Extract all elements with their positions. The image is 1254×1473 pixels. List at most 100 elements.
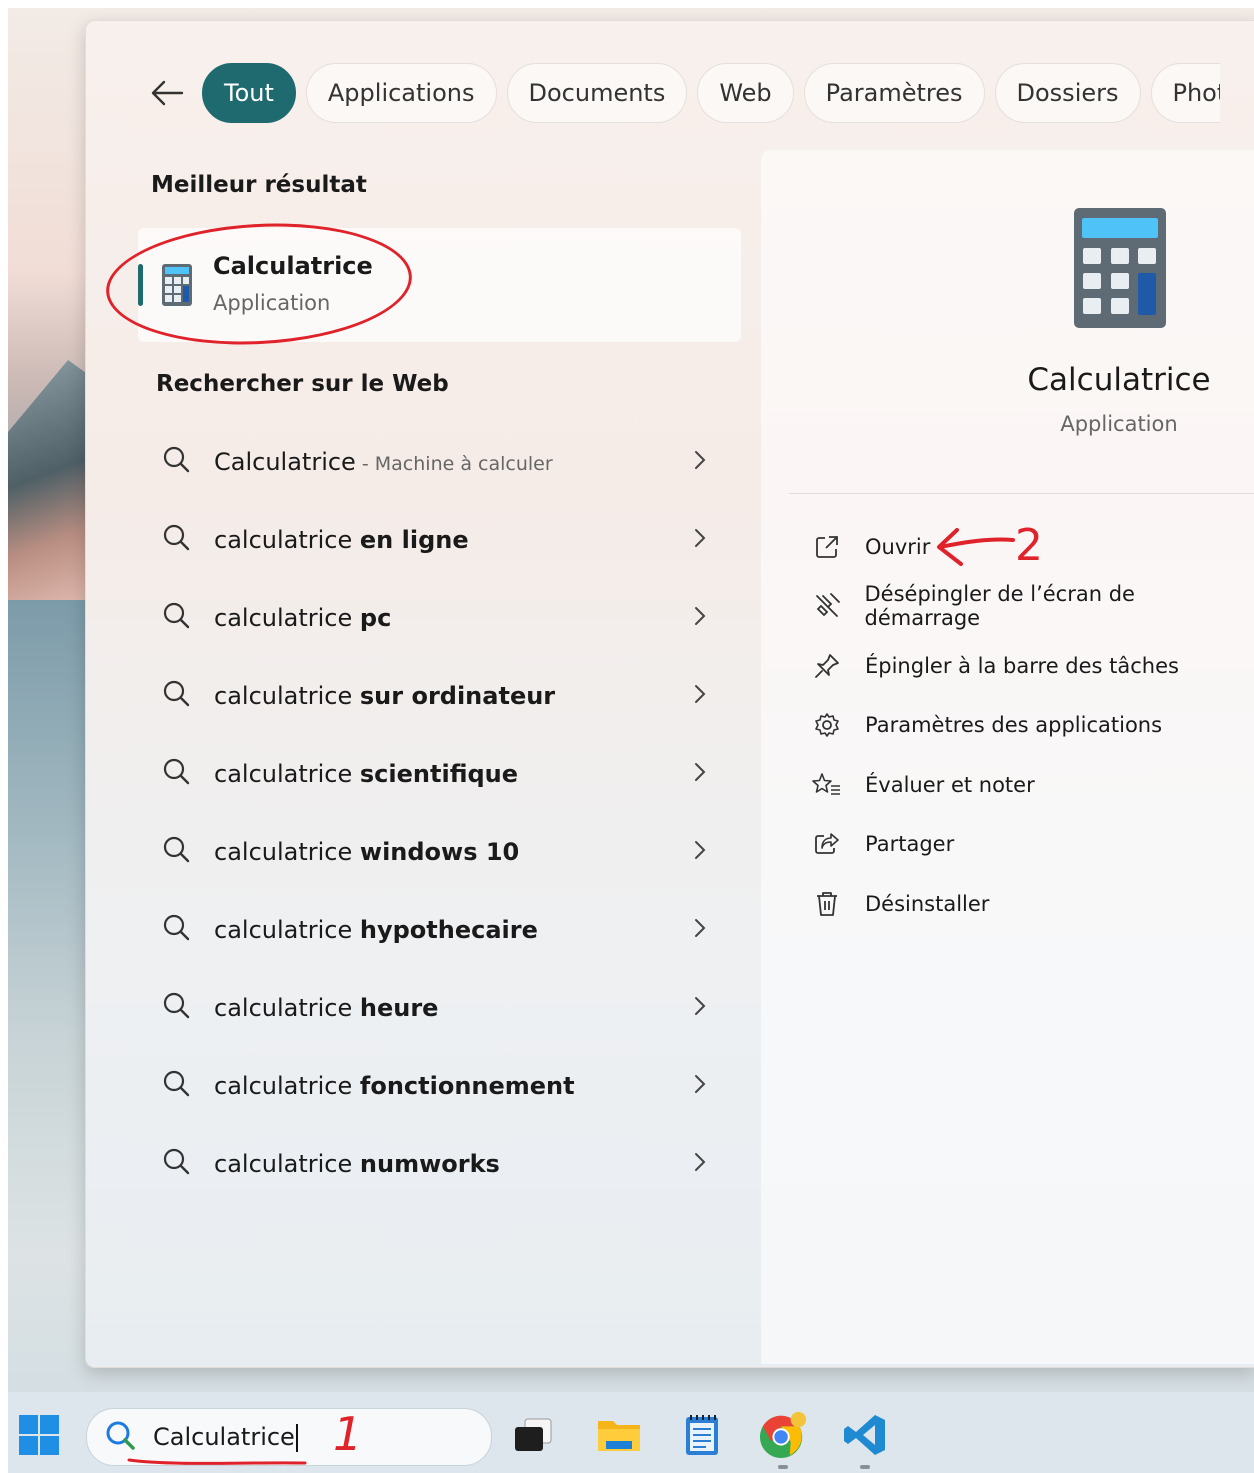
filter-photos[interactable]: Photc xyxy=(1150,63,1220,123)
web-search-text: calculatrice numworks xyxy=(214,1150,500,1178)
filter-web[interactable]: Web xyxy=(697,63,794,123)
chevron-right-icon xyxy=(694,448,706,476)
taskbar-vscode[interactable] xyxy=(840,1410,890,1460)
web-search-text: calculatrice heure xyxy=(214,994,439,1022)
action-rate[interactable]: Évaluer et noter xyxy=(811,763,1251,807)
action-share-label: Partager xyxy=(865,832,955,856)
web-search-text: Calculatrice - Machine à calculer xyxy=(214,448,553,476)
file-explorer-icon xyxy=(598,1421,640,1451)
chevron-right-icon xyxy=(694,1150,706,1178)
arrow-left-icon xyxy=(151,80,184,106)
unpin-icon xyxy=(811,590,843,622)
calculator-large-icon xyxy=(1074,208,1166,328)
search-icon xyxy=(162,1069,194,1103)
annotation-two-text: 2 xyxy=(1015,520,1043,571)
gear-icon xyxy=(811,709,843,741)
taskbar-file-explorer[interactable] xyxy=(594,1410,644,1460)
search-icon xyxy=(162,757,194,791)
running-indicator-vscode xyxy=(860,1465,870,1469)
search-icon xyxy=(162,601,194,635)
web-search-row[interactable]: calculatrice pc xyxy=(150,588,720,648)
action-pin-taskbar[interactable]: Épingler à la barre des tâches xyxy=(811,644,1251,688)
filter-tout[interactable]: Tout xyxy=(202,63,296,123)
best-result-heading: Meilleur résultat xyxy=(151,172,367,198)
web-search-row[interactable]: calculatrice heure xyxy=(150,978,720,1038)
action-share[interactable]: Partager xyxy=(811,822,1251,866)
web-search-row[interactable]: calculatrice sur ordinateur xyxy=(150,666,720,726)
web-search-heading: Rechercher sur le Web xyxy=(156,371,449,397)
action-settings-label: Paramètres des applications xyxy=(865,713,1163,737)
detail-app-name: Calculatrice xyxy=(1027,362,1211,398)
calculator-app-icon xyxy=(162,264,192,306)
annotation-one: 1 xyxy=(127,1407,362,1465)
detail-divider xyxy=(789,493,1254,494)
selection-indicator xyxy=(138,264,143,306)
web-search-row[interactable]: calculatrice fonctionnement xyxy=(150,1056,720,1116)
web-search-row[interactable]: calculatrice numworks xyxy=(150,1134,720,1194)
detail-app-type: Application xyxy=(1060,412,1178,436)
best-result-name: Calculatrice xyxy=(213,252,373,280)
web-search-text: calculatrice scientifique xyxy=(214,760,519,788)
trash-icon xyxy=(811,888,843,920)
search-icon xyxy=(162,991,194,1025)
running-indicator-chrome xyxy=(778,1465,788,1469)
annotation-arrow-two: 2 xyxy=(937,520,1043,571)
open-external-icon xyxy=(811,531,843,563)
action-rate-label: Évaluer et noter xyxy=(865,773,1035,797)
action-unpin-label: Désépingler de l’écran de démarrage xyxy=(864,582,1135,630)
web-search-text: calculatrice sur ordinateur xyxy=(214,682,556,710)
taskbar-task-view[interactable] xyxy=(508,1410,558,1460)
web-search-row[interactable]: calculatrice en ligne xyxy=(150,510,720,570)
chrome-icon xyxy=(759,1411,807,1459)
best-result-item[interactable]: Calculatrice Application xyxy=(138,228,741,342)
chevron-right-icon xyxy=(694,838,706,866)
star-rate-icon xyxy=(811,769,843,801)
windows-start-icon xyxy=(19,1415,59,1455)
search-icon xyxy=(162,835,194,869)
detail-pane: Calculatrice Application Ouvrir Déséping… xyxy=(761,150,1254,1364)
web-search-text: calculatrice pc xyxy=(214,604,392,632)
taskbar-chrome[interactable] xyxy=(758,1410,808,1460)
action-uninstall[interactable]: Désinstaller xyxy=(811,882,1251,926)
web-search-text: calculatrice windows 10 xyxy=(214,838,520,866)
filter-parametres[interactable]: Paramètres xyxy=(803,63,985,123)
filter-documents[interactable]: Documents xyxy=(506,63,688,123)
web-search-row[interactable]: calculatrice windows 10 xyxy=(150,822,720,882)
chevron-right-icon xyxy=(694,916,706,944)
web-search-text: calculatrice fonctionnement xyxy=(214,1072,575,1100)
best-result-type: Application xyxy=(213,291,331,315)
search-icon xyxy=(162,1147,194,1181)
search-icon xyxy=(162,445,194,479)
action-unpin-start[interactable]: Désépingler de l’écran de démarrage xyxy=(811,582,1251,630)
task-view-icon xyxy=(515,1418,552,1451)
chevron-right-icon xyxy=(694,994,706,1022)
action-open-label: Ouvrir xyxy=(865,535,931,559)
action-pin-label: Épingler à la barre des tâches xyxy=(865,654,1179,678)
chevron-right-icon xyxy=(694,526,706,554)
search-icon xyxy=(162,679,194,713)
action-uninstall-label: Désinstaller xyxy=(865,892,990,916)
annotation-one-text: 1 xyxy=(333,1407,362,1461)
web-search-row[interactable]: Calculatrice - Machine à calculer xyxy=(150,432,720,492)
filter-dossiers[interactable]: Dossiers xyxy=(994,63,1141,123)
pin-icon xyxy=(811,650,843,682)
filter-bar: Tout Applications Documents Web Paramètr… xyxy=(150,62,1220,124)
chevron-right-icon xyxy=(694,682,706,710)
web-search-row[interactable]: calculatrice scientifique xyxy=(150,744,720,804)
web-search-row[interactable]: calculatrice hypothecaire xyxy=(150,900,720,960)
action-app-settings[interactable]: Paramètres des applications xyxy=(811,703,1251,747)
search-icon xyxy=(162,523,194,557)
chevron-right-icon xyxy=(694,760,706,788)
web-search-text: calculatrice hypothecaire xyxy=(214,916,538,944)
taskbar-notepad[interactable] xyxy=(677,1410,727,1460)
share-icon xyxy=(811,828,843,860)
search-icon xyxy=(162,913,194,947)
chevron-right-icon xyxy=(694,604,706,632)
vscode-icon xyxy=(844,1415,885,1455)
web-search-text: calculatrice en ligne xyxy=(214,526,469,554)
notepad-icon xyxy=(686,1415,718,1455)
back-button[interactable] xyxy=(150,68,184,118)
chevron-right-icon xyxy=(694,1072,706,1100)
filter-applications[interactable]: Applications xyxy=(305,63,497,123)
start-button[interactable] xyxy=(14,1410,64,1460)
